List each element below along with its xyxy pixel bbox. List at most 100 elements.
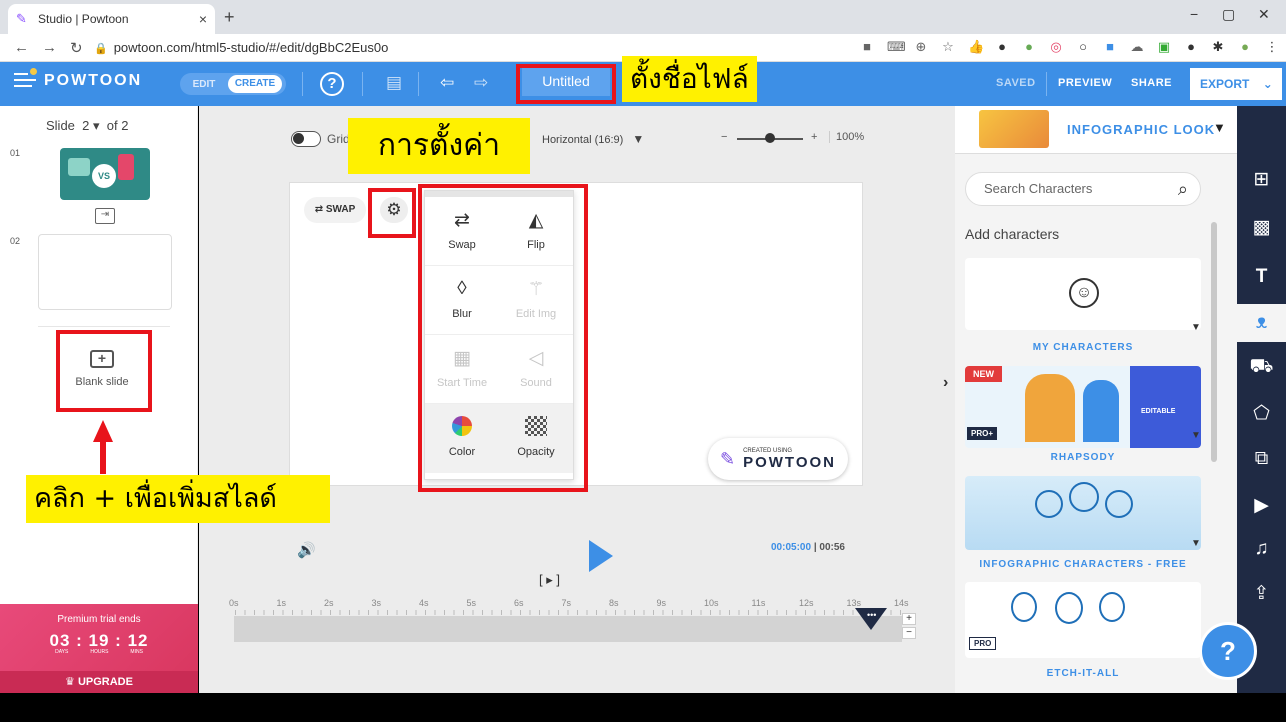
extension-blue-icon[interactable]: ■ [1103,39,1117,55]
shapes-icon[interactable]: ⬠ [1237,402,1286,425]
back-icon[interactable]: ← [14,39,29,56]
window-minimize-button[interactable]: − [1190,6,1198,22]
cast-icon[interactable]: ■ [860,39,874,55]
infographic-characters-card[interactable] [965,476,1201,550]
aspect-ratio-select[interactable]: Horizontal (16:9) ▼ [542,132,644,146]
browser-menu-icon[interactable]: ⋮ [1265,39,1279,55]
ruler-label: 8s [609,598,619,608]
share-button[interactable]: SHARE [1131,77,1172,89]
forward-icon[interactable]: → [42,39,57,56]
ruler-label: 3s [371,598,382,608]
translate-icon[interactable]: ⌨ [887,39,906,55]
upload-icon[interactable]: ⇪ [1237,582,1286,605]
slide-current[interactable]: 2 [82,118,89,133]
created-brand-text: POWTOON [743,453,836,471]
timeline-zoom-out-button[interactable]: − [902,627,916,639]
powtoon-logo[interactable]: POWTOON [14,68,143,90]
props-icon[interactable]: ⛟ [1237,356,1286,380]
chevron-down-icon[interactable]: ▼ [1213,120,1226,135]
export-label: EXPORT [1200,77,1250,91]
chevron-down-icon[interactable]: ▾ [93,118,100,133]
extension-circle-icon[interactable]: ○ [1076,39,1090,55]
chevron-down-icon[interactable]: ▼ [1191,430,1201,441]
ruler-label: 6s [514,598,524,608]
export-button[interactable]: EXPORT ⌄ [1190,68,1282,100]
zoom-icon[interactable]: ⊕ [914,39,928,55]
chevron-down-icon[interactable]: ▼ [1191,538,1201,549]
powtoon-favicon-icon: ✎ [16,11,27,26]
grid-label: Grid [327,132,350,146]
pro-badge: PRO [969,637,997,650]
characters-icon[interactable]: ᴥ [1237,304,1286,342]
lock-icon: 🔒 [94,43,108,55]
ruler-label: 7s [561,598,572,608]
mode-edit[interactable]: EDIT [180,79,228,90]
etch-it-all-card[interactable]: PRO [965,582,1201,658]
slide-thumbnail-2[interactable] [38,234,172,310]
browser-tab[interactable]: ✎ Studio | Powtoon × [8,4,215,34]
zoom-slider-handle[interactable] [765,133,775,143]
grid-toggle[interactable] [291,131,321,147]
timeline-zoom-in-button[interactable]: + [902,613,916,625]
redo-icon[interactable]: ⇨ [474,73,488,93]
panel-scrollbar[interactable] [1211,222,1217,462]
slide-thumbnail-1[interactable]: VS [60,148,150,200]
play-icon[interactable] [589,540,613,572]
swap-icon: ⇄ [314,204,324,215]
profile-avatar-icon[interactable]: ● [1238,39,1252,55]
slide-number: 01 [10,148,21,158]
text-icon[interactable]: T [1237,266,1286,288]
reload-icon[interactable]: ↻ [70,39,83,57]
upgrade-button[interactable]: ♛ UPGRADE [0,671,198,693]
style-selector[interactable]: INFOGRAPHIC LOOK ▼ [955,106,1237,154]
extension-n-icon[interactable]: ▣ [1157,39,1171,55]
play-scene-button[interactable]: [ ▸ ] [539,572,560,588]
editable-badge: EDITABLE [1141,408,1176,415]
thumb-extension-icon[interactable]: 👍 [968,39,984,55]
time-display: 00:05:00 | 00:56 [771,542,845,553]
extension-red-icon[interactable]: ◎ [1049,39,1063,55]
premium-title: Premium trial ends [57,614,141,625]
search-characters-input[interactable]: Search Characters ⌕ [965,172,1201,206]
volume-icon[interactable]: 🔊 [297,541,316,559]
new-tab-button[interactable]: + [224,7,235,28]
extension-s-icon[interactable]: ● [995,39,1009,55]
my-characters-card[interactable]: ☺ [965,258,1201,330]
preview-button[interactable]: PREVIEW [1058,77,1112,89]
help-button[interactable]: ? [320,72,344,96]
layout-icon[interactable]: ⊞ [1237,168,1286,191]
background-pattern-icon[interactable]: ▩ [1237,216,1286,239]
zoom-out-button[interactable]: − [721,131,727,143]
annotation-arrow-shaft [100,440,106,474]
image-icon[interactable]: ⧉ [1237,448,1286,470]
mode-switch[interactable]: EDIT CREATE [180,73,286,95]
window-close-button[interactable]: ✕ [1258,6,1270,23]
collapse-right-panel-icon[interactable]: › [943,374,948,392]
music-icon[interactable]: ♫ [1237,538,1286,560]
url-field[interactable]: 🔒 powtoon.com/html5-studio/#/edit/dgBbC2E… [94,40,388,55]
undo-icon[interactable]: ⇦ [440,73,454,93]
help-fab-button[interactable]: ? [1199,622,1257,680]
brand-name: POWTOON [44,72,143,89]
swap-button[interactable]: ⇄ SWAP [304,197,366,223]
search-icon[interactable]: ⌕ [1178,173,1188,205]
bookmark-star-icon[interactable]: ☆ [941,39,955,55]
timeline-track[interactable] [234,616,902,642]
zoom-in-button[interactable]: + [811,131,817,143]
transition-icon[interactable]: ⇥ [95,208,115,224]
hamburger-menu-icon[interactable] [14,68,37,89]
annotation-menu-box [418,184,588,492]
video-icon[interactable]: ▶ [1237,494,1286,517]
extension-dark-icon[interactable]: ● [1184,39,1198,55]
puzzle-icon[interactable]: ✱ [1211,39,1225,55]
extension-cloud-icon[interactable]: ☁ [1130,39,1144,55]
rhapsody-card[interactable]: NEW EDITABLE PRO+ [965,366,1201,448]
card-label: ETCH-IT-ALL [1046,668,1120,679]
mode-create[interactable]: CREATE [228,75,282,93]
tab-close-icon[interactable]: × [199,11,207,27]
notes-icon[interactable]: ▤ [386,73,402,93]
slide-selector[interactable]: Slide 2 ▾ of 2 [46,118,128,134]
window-maximize-button[interactable]: ▢ [1222,6,1235,23]
extension-green-icon[interactable]: ● [1022,39,1036,55]
chevron-down-icon[interactable]: ▼ [1191,322,1201,333]
